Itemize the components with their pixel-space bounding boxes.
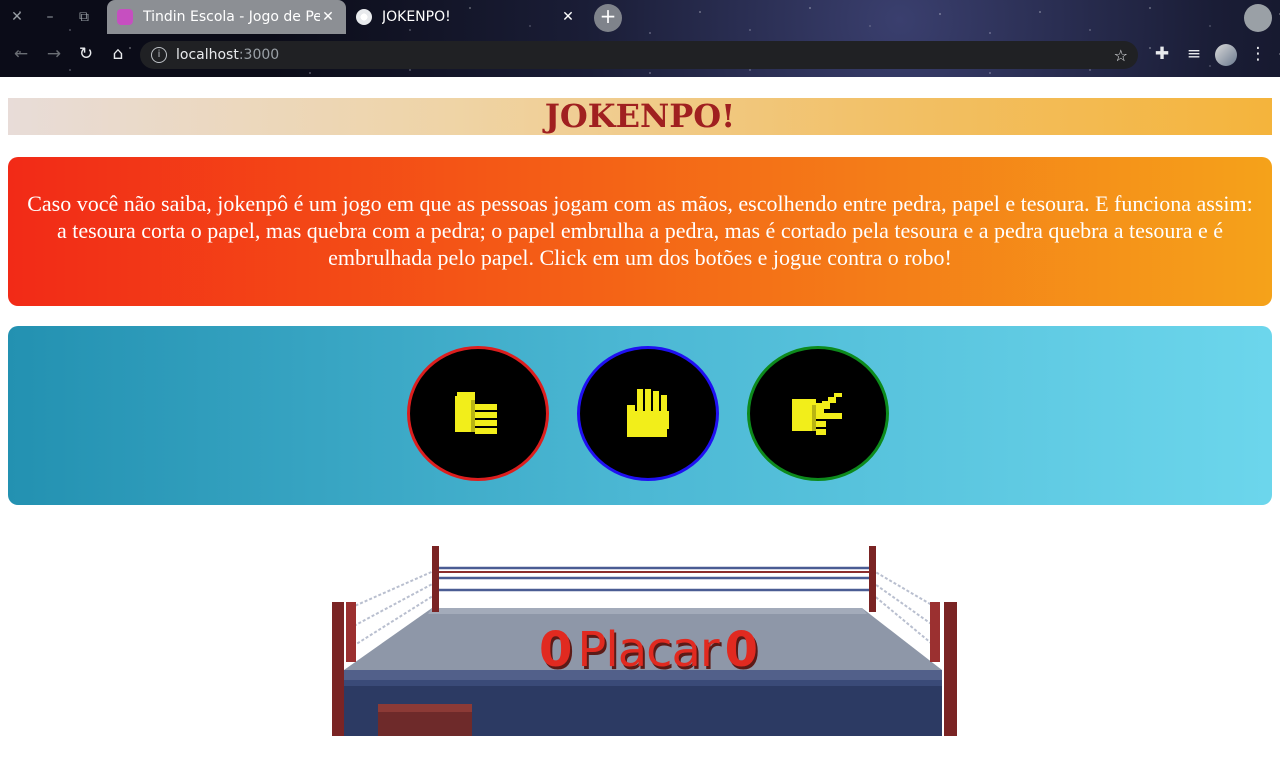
browser-chrome: ✕ – ⧉ Tindin Escola - Jogo de Pedra ✕ JO… — [0, 0, 1280, 77]
choices-panel — [8, 326, 1272, 505]
pixel-fist-icon — [455, 391, 497, 434]
url-port: :3000 — [238, 47, 280, 63]
new-tab-button[interactable]: + — [594, 4, 622, 32]
intro-text: Caso você não saiba, jokenpô é um jogo e… — [27, 191, 1253, 270]
globe-icon — [356, 9, 372, 25]
score-label: Placar — [577, 622, 719, 678]
robot-score: 0 — [724, 622, 758, 678]
tab-close-icon[interactable]: ✕ — [560, 9, 576, 25]
reload-icon[interactable]: ↻ — [74, 44, 98, 68]
forward-arrow-icon[interactable]: → — [42, 44, 66, 68]
window-close-icon[interactable]: ✕ — [8, 8, 26, 26]
player-score: 0 — [539, 622, 572, 678]
pixel-scissors-hand-icon — [792, 392, 842, 435]
browser-toolbar: ← → ↻ ⌂ i localhost:3000 ☆ ✚ ≡ ⋮ — [0, 40, 1280, 72]
pixel-open-hand-icon — [627, 388, 669, 437]
tab-close-icon[interactable]: ✕ — [320, 9, 336, 25]
address-bar[interactable]: i localhost:3000 ☆ — [140, 41, 1138, 69]
scissors-button[interactable] — [747, 346, 889, 481]
stone-button[interactable] — [407, 346, 549, 481]
paper-button[interactable] — [577, 346, 719, 481]
site-info-icon[interactable]: i — [151, 47, 167, 63]
intro-rules-panel: Caso você não saiba, jokenpô é um jogo e… — [8, 157, 1272, 306]
page-title: JOKENPO! — [8, 98, 1272, 135]
window-restore-icon[interactable]: ⧉ — [75, 8, 93, 26]
tab-tindin-escola[interactable]: Tindin Escola - Jogo de Pedra ✕ — [107, 0, 346, 34]
tindin-favicon-icon — [117, 9, 133, 25]
scoreboard: 0 Placar 0 — [539, 622, 758, 678]
menu-dots-icon[interactable]: ⋮ — [1246, 44, 1270, 68]
reading-list-icon[interactable]: ≡ — [1182, 44, 1206, 68]
tab-title: Tindin Escola - Jogo de Pedra — [143, 9, 320, 25]
home-icon[interactable]: ⌂ — [106, 44, 130, 68]
bookmark-star-icon[interactable]: ☆ — [1114, 46, 1128, 65]
extensions-puzzle-icon[interactable]: ✚ — [1150, 44, 1174, 68]
tab-search-icon[interactable] — [1244, 4, 1272, 32]
url-host: localhost — [176, 47, 239, 63]
tab-title: JOKENPO! — [382, 9, 451, 25]
window-minimize-icon[interactable]: – — [41, 8, 59, 26]
tab-jokenpo[interactable]: JOKENPO! ✕ — [346, 0, 586, 34]
back-arrow-icon[interactable]: ← — [9, 44, 33, 68]
profile-avatar[interactable] — [1215, 44, 1237, 66]
